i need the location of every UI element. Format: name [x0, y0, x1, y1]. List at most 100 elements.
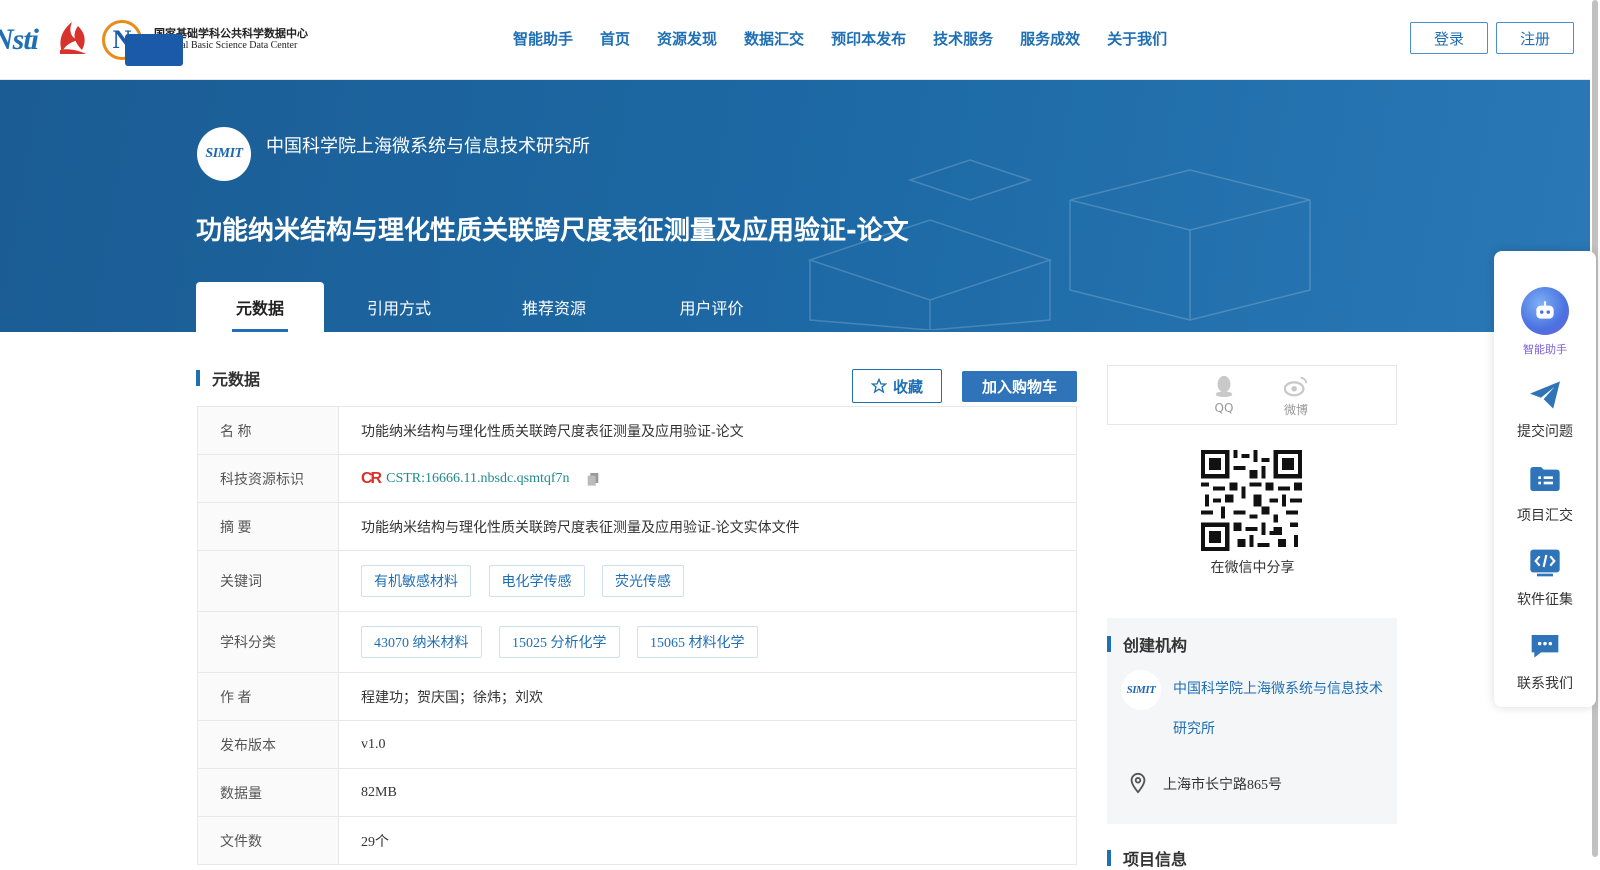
red-emblem-logo[interactable] [52, 20, 90, 60]
row-label-name: 名 称 [197, 406, 339, 455]
metadata-table: 名 称 功能纳米结构与理化性质关联跨尺度表征测量及应用验证-论文 科技资源标识 … [197, 406, 1077, 865]
row-value-abstract: 功能纳米结构与理化性质关联跨尺度表征测量及应用验证-论文实体文件 [338, 502, 1077, 551]
nav-discover[interactable]: 资源发现 [657, 28, 717, 49]
nav-data-submit[interactable]: 数据汇交 [744, 28, 804, 49]
star-icon [870, 378, 887, 394]
row-label-size: 数据量 [197, 768, 339, 817]
nsdc-logo[interactable]: N SDC 国家基础学科公共科学数据中心 National Basic Scien… [102, 20, 308, 66]
org-name[interactable]: 中国科学院上海微系统与信息技术研究所 [266, 132, 590, 158]
subject-tag[interactable]: 43070 纳米材料 [361, 626, 482, 658]
share-qq[interactable]: QQ [1204, 374, 1244, 415]
logo-group: Nsti NSDC 国家基础学科公共科学数据中心 National Basic … [0, 18, 308, 66]
row-label-abstract: 摘 要 [197, 502, 339, 551]
creator-org-logo: SIMIT [1121, 670, 1161, 710]
login-button[interactable]: 登录 [1410, 22, 1488, 54]
float-assistant[interactable]: 智能助手 [1494, 287, 1596, 357]
qr-caption: 在微信中分享 [1210, 560, 1295, 576]
tab-citation[interactable]: 引用方式 [324, 282, 474, 332]
chat-bubble-icon [1531, 635, 1559, 658]
floating-toolbar: 智能助手 提交问题 项目汇交 软件征集 联系我们 [1494, 251, 1596, 707]
copy-icon[interactable] [585, 471, 601, 487]
tab-recommended[interactable]: 推荐资源 [474, 282, 634, 332]
float-assistant-label: 智能助手 [1523, 343, 1567, 356]
row-value-keywords: 有机敏感材料 电化学传感 荧光传感 [338, 550, 1077, 612]
code-icon [1530, 549, 1560, 577]
row-value-authors: 程建功；贺庆国；徐炜；刘欢 [338, 672, 1077, 721]
table-row: 关键词 有机敏感材料 电化学传感 荧光传感 [197, 550, 1077, 612]
metadata-section-title: 元数据 [212, 370, 261, 389]
add-to-cart-button[interactable]: 加入购物车 [962, 371, 1077, 402]
keyword-tag[interactable]: 荧光传感 [602, 565, 684, 597]
row-label-files: 文件数 [197, 816, 339, 865]
keyword-tag[interactable]: 有机敏感材料 [361, 565, 471, 597]
subject-tag[interactable]: 15065 材料化学 [637, 626, 758, 658]
row-value-files: 29个 [338, 816, 1077, 865]
subject-tag[interactable]: 15025 分析化学 [499, 626, 620, 658]
cstr-link[interactable]: CR CSTR:16666.11.nbsdc.qsmtqf7n [361, 470, 570, 488]
creator-title: 创建机构 [1123, 636, 1188, 655]
page-title: 功能纳米结构与理化性质关联跨尺度表征测量及应用验证-论文 [196, 216, 909, 246]
favorite-button[interactable]: 收藏 [852, 369, 942, 403]
tab-reviews[interactable]: 用户评价 [634, 282, 789, 332]
table-row: 科技资源标识 CR CSTR:16666.11.nbsdc.qsmtqf7n [197, 454, 1077, 503]
table-row: 发布版本 v1.0 [197, 720, 1077, 769]
keyword-tag[interactable]: 电化学传感 [488, 565, 585, 597]
row-label-version: 发布版本 [197, 720, 339, 769]
creator-panel: 创建机构 SIMIT 中国科学院上海微系统与信息技术研究所 上海市长宁路865号 [1107, 618, 1397, 824]
nav-results[interactable]: 服务成效 [1020, 28, 1080, 49]
table-row: 数据量 82MB [197, 768, 1077, 817]
main-nav: 智能助手 首页 资源发现 数据汇交 预印本发布 技术服务 服务成效 关于我们 [513, 28, 1194, 49]
nav-assistant[interactable]: 智能助手 [513, 28, 573, 49]
folder-list-icon [1530, 467, 1560, 491]
org-logo-text: SIMIT [205, 146, 243, 161]
share-panel: QQ 微博 [1107, 365, 1397, 425]
table-row: 文件数 29个 [197, 816, 1077, 865]
section-accent-bar [1107, 850, 1111, 866]
creator-address: 上海市长宁路865号 [1163, 778, 1282, 793]
register-button[interactable]: 注册 [1496, 22, 1574, 54]
float-software[interactable]: 软件征集 [1494, 543, 1596, 609]
tab-metadata[interactable]: 元数据 [196, 282, 324, 332]
row-value-version: v1.0 [338, 720, 1077, 769]
share-weibo[interactable]: 微博 [1276, 374, 1316, 418]
share-qq-label: QQ [1214, 401, 1234, 415]
robot-icon [1521, 287, 1569, 335]
wechat-qr-code [1201, 450, 1302, 551]
float-project-label: 项目汇交 [1517, 508, 1573, 524]
project-title: 项目信息 [1123, 850, 1188, 869]
cstr-logo: CR [361, 469, 382, 487]
row-value-cstr: CR CSTR:16666.11.nbsdc.qsmtqf7n [338, 454, 1077, 503]
cstr-id[interactable]: CSTR:16666.11.nbsdc.qsmtqf7n [386, 471, 569, 487]
weibo-icon [1283, 376, 1308, 397]
row-label-keywords: 关键词 [197, 550, 339, 612]
nav-preprint[interactable]: 预印本发布 [831, 28, 906, 49]
share-weibo-label: 微博 [1283, 403, 1308, 417]
nsdc-emblem: N SDC [102, 20, 184, 66]
float-contact[interactable]: 联系我们 [1494, 627, 1596, 693]
table-row: 学科分类 43070 纳米材料 15025 分析化学 15065 材料化学 [197, 611, 1077, 673]
paper-plane-icon [1530, 381, 1560, 409]
favorite-label: 收藏 [892, 377, 923, 396]
table-row: 作 者 程建功；贺庆国；徐炜；刘欢 [197, 672, 1077, 721]
nsti-logo[interactable]: Nsti [0, 23, 39, 57]
row-value-name: 功能纳米结构与理化性质关联跨尺度表征测量及应用验证-论文 [338, 406, 1077, 455]
float-submit[interactable]: 提交问题 [1494, 375, 1596, 441]
row-label-authors: 作 者 [197, 672, 339, 721]
table-row: 摘 要 功能纳米结构与理化性质关联跨尺度表征测量及应用验证-论文实体文件 [197, 502, 1077, 551]
metadata-section-header: 元数据 [196, 366, 260, 390]
row-label-subjects: 学科分类 [197, 611, 339, 673]
top-header: Nsti NSDC 国家基础学科公共科学数据中心 National Basic … [0, 0, 1590, 80]
float-project[interactable]: 项目汇交 [1494, 459, 1596, 525]
nav-tech-service[interactable]: 技术服务 [933, 28, 993, 49]
row-value-size: 82MB [338, 768, 1077, 817]
float-contact-label: 联系我们 [1517, 676, 1573, 692]
creator-org-link[interactable]: 中国科学院上海微系统与信息技术研究所 [1173, 670, 1383, 750]
row-value-subjects: 43070 纳米材料 15025 分析化学 15065 材料化学 [338, 611, 1077, 673]
resource-banner: SIMIT 中国科学院上海微系统与信息技术研究所 功能纳米结构与理化性质关联跨尺… [0, 80, 1590, 332]
nav-about[interactable]: 关于我们 [1107, 28, 1167, 49]
table-row: 名 称 功能纳米结构与理化性质关联跨尺度表征测量及应用验证-论文 [197, 406, 1077, 455]
nav-home[interactable]: 首页 [600, 28, 630, 49]
org-logo[interactable]: SIMIT [197, 127, 251, 181]
location-pin-icon [1130, 772, 1146, 794]
creator-header: 创建机构 [1107, 632, 1187, 656]
